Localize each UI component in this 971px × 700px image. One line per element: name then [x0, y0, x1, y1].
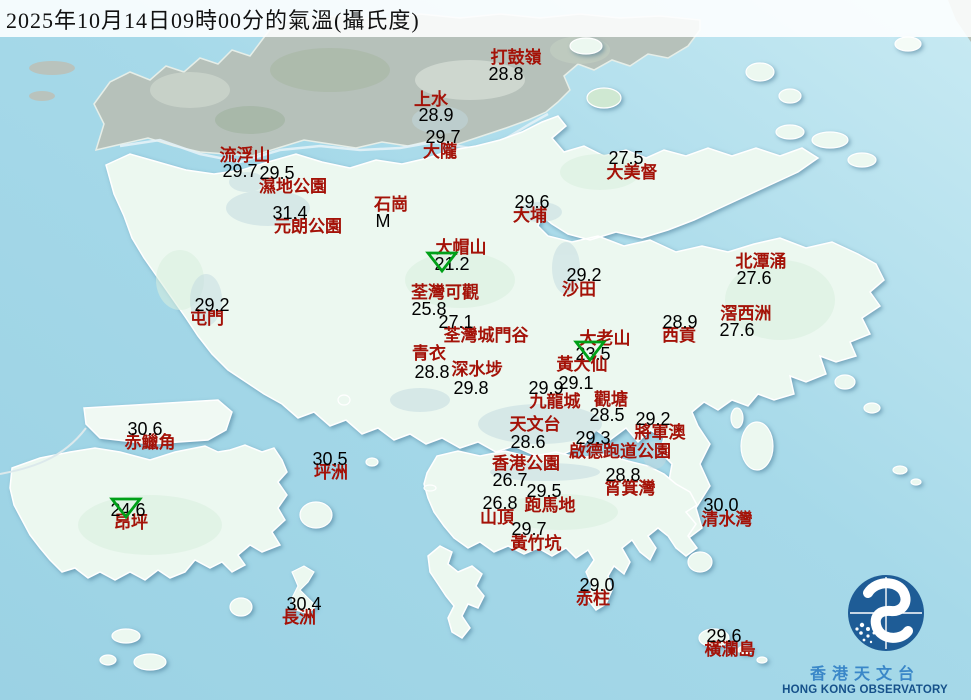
station-value: 30.0 [703, 496, 738, 514]
hko-logo: 香港天文台 HONG KONG OBSERVATORY [765, 573, 965, 696]
station-value: 30.6 [127, 420, 162, 438]
station-value: 26.8 [482, 494, 517, 512]
station-value: 28.5 [589, 406, 624, 424]
map-title: 2025年10月14日09時00分的氣溫(攝氏度) [0, 3, 420, 35]
station-value: 29.7 [222, 162, 257, 180]
station-value: 28.6 [510, 433, 545, 451]
station-value: 29.5 [259, 164, 294, 182]
station-value: 28.8 [414, 363, 449, 381]
station-value: 29.6 [706, 627, 741, 645]
station-value: 30.5 [312, 450, 347, 468]
station-value: 29.9 [528, 379, 563, 397]
station-value: 29.7 [511, 520, 546, 538]
station-value: 29.0 [579, 576, 614, 594]
station-label: 天文台 [510, 416, 561, 433]
hko-logo-symbol [765, 573, 965, 655]
station-value: 27.6 [719, 321, 754, 339]
station-marker-triangle [573, 339, 607, 363]
hko-logo-name-en: HONG KONG OBSERVATORY [765, 684, 965, 696]
station-value: 29.1 [558, 374, 593, 392]
station-value: 29.6 [514, 193, 549, 211]
station-value: 29.7 [425, 128, 460, 146]
station-label: 青衣 [412, 345, 446, 362]
station-value: 29.8 [453, 379, 488, 397]
title-bar: 2025年10月14日09時00分的氣溫(攝氏度) [0, 0, 971, 37]
station-value: 29.5 [526, 482, 561, 500]
station-value: 27.5 [608, 149, 643, 167]
station-value: 29.2 [635, 410, 670, 428]
station-marker-triangle [425, 250, 459, 274]
station-value: 28.8 [605, 466, 640, 484]
station-value: 29.3 [575, 429, 610, 447]
hko-logo-name-zh: 香港天文台 [765, 660, 965, 684]
station-value: 28.8 [488, 65, 523, 83]
station-value: 28.9 [418, 106, 453, 124]
station-value: 26.7 [492, 471, 527, 489]
station-marker-triangle [109, 496, 143, 520]
temperature-map-screen: 2025年10月14日09時00分的氣溫(攝氏度) 打鼓嶺28.8上水28.9大… [0, 0, 971, 700]
station-value: 30.4 [286, 595, 321, 613]
station-value: 28.9 [662, 313, 697, 331]
station-value: 27.6 [736, 269, 771, 287]
station-value: 27.1 [438, 313, 473, 331]
station-label: 深水埗 [452, 361, 503, 378]
station-value: M [376, 212, 391, 230]
station-value: 31.4 [272, 204, 307, 222]
station-value: 29.2 [566, 266, 601, 284]
station-value: 29.2 [194, 296, 229, 314]
